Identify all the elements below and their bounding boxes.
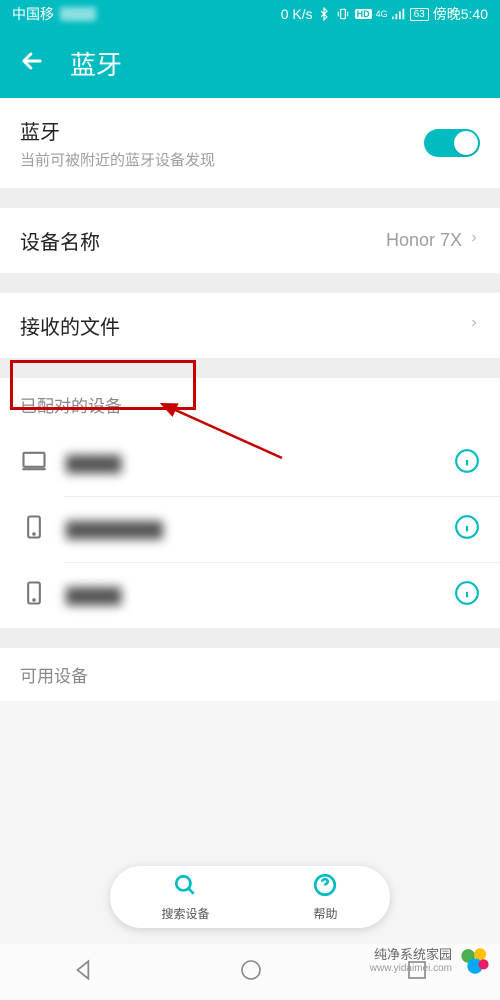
- status-bar: 中国移 0 K/s HD 4G 63 傍晚5:40: [0, 0, 500, 28]
- bluetooth-title: 蓝牙: [20, 116, 215, 145]
- help-label: 帮助: [313, 905, 337, 922]
- vibrate-icon: [335, 7, 351, 21]
- phone-icon: [20, 579, 48, 612]
- chevron-right-icon: [468, 315, 480, 336]
- device-name: ▇▇▇▇: [66, 453, 436, 475]
- received-files-label: 接收的文件: [20, 311, 120, 340]
- device-name: ▇▇▇▇▇▇▇: [66, 519, 436, 541]
- bottom-action-bar: 搜索设备 帮助: [110, 866, 390, 928]
- bluetooth-toggle-row[interactable]: 蓝牙 当前可被附近的蓝牙设备发现: [0, 98, 500, 188]
- paired-devices-header: 已配对的设备: [0, 378, 500, 431]
- paired-device-row[interactable]: ▇▇▇▇: [0, 563, 500, 628]
- help-button[interactable]: 帮助: [312, 872, 338, 922]
- network-speed: 0 K/s: [281, 6, 313, 22]
- info-button[interactable]: [454, 448, 480, 479]
- app-bar: 蓝牙: [0, 28, 500, 98]
- hd-badge: HD: [355, 9, 372, 19]
- nav-back-button[interactable]: [71, 957, 97, 988]
- paired-device-row[interactable]: ▇▇▇▇▇▇▇: [0, 497, 500, 562]
- device-name: ▇▇▇▇: [66, 585, 436, 607]
- toggle-knob: [454, 131, 478, 155]
- chevron-right-icon: [468, 230, 480, 251]
- status-blur: [60, 7, 96, 21]
- laptop-icon: [20, 447, 48, 480]
- bluetooth-icon: [317, 7, 331, 21]
- back-button[interactable]: [18, 47, 46, 80]
- available-devices-header: 可用设备: [0, 648, 500, 701]
- info-button[interactable]: [454, 580, 480, 611]
- info-button[interactable]: [454, 514, 480, 545]
- bluetooth-subtitle: 当前可被附近的蓝牙设备发现: [20, 149, 215, 170]
- watermark-line2: www.yidaimei.com: [370, 963, 452, 975]
- clock-label: 傍晚5:40: [433, 4, 488, 24]
- received-files-row[interactable]: 接收的文件: [0, 293, 500, 358]
- signal-icon: [392, 8, 406, 20]
- paired-device-row[interactable]: ▇▇▇▇: [0, 431, 500, 496]
- search-devices-button[interactable]: 搜索设备: [161, 872, 209, 922]
- phone-icon: [20, 513, 48, 546]
- carrier-label: 中国移: [12, 4, 54, 24]
- device-name-row[interactable]: 设备名称 Honor 7X: [0, 208, 500, 273]
- watermark: 纯净系统家园 www.yidaimei.com: [370, 944, 492, 978]
- battery-icon: 63: [410, 8, 429, 21]
- bluetooth-toggle[interactable]: [424, 129, 480, 157]
- device-name-label: 设备名称: [20, 226, 100, 255]
- nav-home-button[interactable]: [239, 958, 263, 987]
- watermark-logo-icon: [458, 944, 492, 978]
- watermark-line1: 纯净系统家园: [370, 947, 452, 963]
- device-name-value: Honor 7X: [386, 230, 462, 251]
- 4g-icon: 4G: [376, 9, 388, 19]
- search-icon: [172, 872, 198, 903]
- help-icon: [312, 872, 338, 903]
- page-title: 蓝牙: [70, 45, 122, 82]
- search-devices-label: 搜索设备: [161, 905, 209, 922]
